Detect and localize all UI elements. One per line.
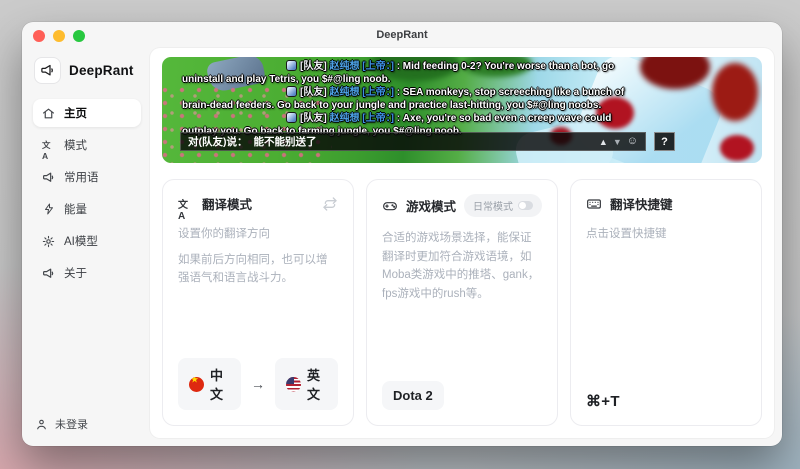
card-description: 如果前后方向相同，也可以增强语气和语言战斗力。 <box>178 251 338 288</box>
chat-input-value: 能不能别送了 <box>254 136 317 148</box>
card-translate-mode: 文A 翻译模式 设置你的翻译方向 如果前后方向相同，也可以增强语气和语言战斗力。 <box>162 179 354 426</box>
card-header: 文A 翻译模式 <box>178 194 338 213</box>
card-description: 设置你的翻译方向 <box>178 225 338 244</box>
direction-arrow-icon: → <box>251 376 265 392</box>
app-window: DeepRant DeepRant 主页 <box>22 22 782 446</box>
login-status-label: 未登录 <box>55 416 88 432</box>
shortcut-value: ⌘+T <box>586 392 620 410</box>
chat-message: [队友] 赵纯想 [上帝：] : SEA monkeys, stop scree… <box>182 86 634 112</box>
emote-icon: ☺ <box>627 136 638 147</box>
card-header: 游戏模式 日常模式 <box>382 194 542 217</box>
app-name: DeepRant <box>69 63 134 78</box>
card-shortcut[interactable]: 翻译快捷键 点击设置快捷键 ⌘+T <box>570 179 762 426</box>
card-title: 翻译快捷键 <box>610 194 673 213</box>
target-language-button[interactable]: 英文 <box>275 358 338 410</box>
chat-input-prefix: 对(队友)说： <box>188 136 248 148</box>
translate-icon: 文A <box>178 196 194 212</box>
source-language-button[interactable]: 中文 <box>178 358 241 410</box>
sidebar-item-label: 能量 <box>64 201 87 217</box>
lightning-icon <box>42 203 55 216</box>
keyboard-icon <box>586 196 602 212</box>
sidebar-item-modes[interactable]: 文A 模式 <box>33 131 141 159</box>
card-description: 点击设置快捷键 <box>586 225 746 244</box>
game-chat-input: 对(队友)说： 能不能别送了 ▲ ▼ ☺ <box>180 132 646 151</box>
sidebar-item-label: 模式 <box>64 137 87 153</box>
toggle-switch-icon <box>518 201 533 210</box>
person-icon <box>35 418 48 431</box>
game-chat-log: [队友] 赵纯想 [上帝：] : Mid feeding 0-2? You're… <box>182 60 634 138</box>
gear-icon <box>42 235 55 248</box>
minimize-button[interactable] <box>53 30 65 42</box>
sidebar-item-energy[interactable]: 能量 <box>33 195 141 223</box>
main-panel: [队友] 赵纯想 [上帝：] : Mid feeding 0-2? You're… <box>150 48 774 438</box>
card-description: 合适的游戏场景选择，能保证翻译时更加符合游戏语境，如Moba类游戏中的推塔、ga… <box>382 229 542 304</box>
sidebar-item-about[interactable]: 关于 <box>33 259 141 287</box>
game-screenshot-banner: [队友] 赵纯想 [上帝：] : Mid feeding 0-2? You're… <box>162 57 762 163</box>
player-avatar-icon <box>286 86 297 97</box>
app-logo: DeepRant <box>33 55 141 99</box>
china-flag-icon <box>189 377 204 392</box>
card-header: 翻译快捷键 <box>586 194 746 213</box>
red-tree-graphic <box>640 57 710 89</box>
us-flag-icon <box>286 377 301 392</box>
sidebar-item-label: 关于 <box>64 265 87 281</box>
window-title: DeepRant <box>22 22 782 49</box>
sidebar-item-ai-models[interactable]: AI模型 <box>33 227 141 255</box>
scroll-down-icon: ▼ <box>613 137 622 147</box>
megaphone-logo-icon <box>34 57 61 84</box>
megaphone-icon <box>42 171 55 184</box>
badge-label: 日常模式 <box>473 198 513 213</box>
desktop-background: DeepRant DeepRant 主页 <box>0 0 800 469</box>
translate-icon: 文A <box>42 139 55 152</box>
sidebar-item-label: 常用语 <box>64 169 99 185</box>
card-game-mode: 游戏模式 日常模式 合适的游戏场景选择，能保证翻译时更加符合游戏语境，如Moba… <box>366 179 558 426</box>
gamepad-icon <box>382 198 398 214</box>
player-avatar-icon <box>286 60 297 71</box>
card-title: 游戏模式 <box>406 196 456 215</box>
close-button[interactable] <box>33 30 45 42</box>
language-direction: 中文 → 英文 <box>178 358 338 410</box>
scroll-up-icon: ▲ <box>599 137 608 147</box>
red-tree-graphic <box>712 63 758 121</box>
feature-cards: 文A 翻译模式 设置你的翻译方向 如果前后方向相同，也可以增强语气和语言战斗力。 <box>162 179 762 426</box>
sidebar-item-phrases[interactable]: 常用语 <box>33 163 141 191</box>
player-avatar-icon <box>286 112 297 123</box>
swap-directions-icon[interactable] <box>322 196 338 212</box>
chat-message: [队友] 赵纯想 [上帝：] : Mid feeding 0-2? You're… <box>182 60 634 86</box>
selected-game-button[interactable]: Dota 2 <box>382 381 444 410</box>
sidebar-item-label: 主页 <box>64 105 87 121</box>
card-title: 翻译模式 <box>202 194 252 213</box>
megaphone-icon <box>42 267 55 280</box>
sidebar-item-label: AI模型 <box>64 233 98 249</box>
help-button: ? <box>654 132 675 151</box>
sidebar-item-home[interactable]: 主页 <box>33 99 141 127</box>
sidebar: DeepRant 主页 文A 模式 <box>22 48 150 446</box>
zoom-button[interactable] <box>73 30 85 42</box>
daily-mode-toggle[interactable]: 日常模式 <box>464 194 542 217</box>
sidebar-nav: 主页 文A 模式 常用语 <box>33 99 141 287</box>
home-icon <box>42 107 55 120</box>
titlebar: DeepRant <box>22 22 782 48</box>
login-status[interactable]: 未登录 <box>33 416 141 432</box>
traffic-lights <box>33 30 85 42</box>
